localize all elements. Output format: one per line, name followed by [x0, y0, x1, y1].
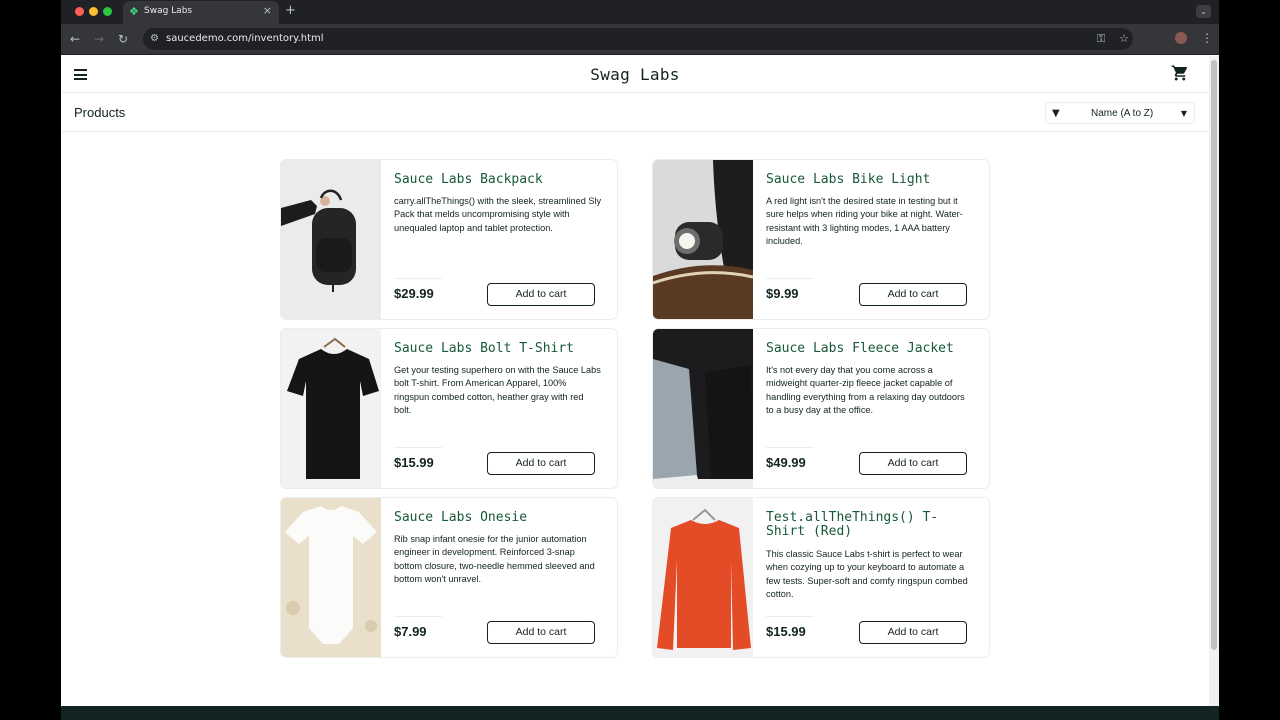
fleece-jacket-image[interactable]	[653, 329, 753, 489]
close-tab-icon[interactable]: ×	[263, 4, 272, 18]
inventory-item: Sauce Labs Bolt T-Shirt Get your testing…	[280, 328, 618, 489]
password-key-icon[interactable]: ⚿	[1097, 32, 1105, 46]
red-tshirt-image[interactable]	[653, 498, 753, 658]
item-description: It's not every day that you come across …	[766, 365, 965, 416]
add-to-cart-button[interactable]: Add to cart	[487, 283, 595, 306]
sort-dropdown[interactable]: ▼ Name (A to Z) ▼	[1045, 102, 1195, 124]
reload-icon[interactable]: ↻	[118, 31, 128, 47]
inventory-item: Sauce Labs Backpack carry.allTheThings()…	[280, 159, 618, 320]
add-to-cart-button[interactable]: Add to cart	[859, 452, 967, 475]
address-bar[interactable]: ⚙ saucedemo.com/inventory.html ⚿ ☆	[143, 28, 1133, 50]
scrollbar-thumb[interactable]	[1211, 60, 1217, 650]
onesie-image[interactable]	[281, 498, 381, 658]
browser-window: ❖ Swag Labs × + ⌄ ← → ↻ ⚙ saucedemo.com/…	[61, 0, 1219, 720]
item-description: Get your testing superhero on with the S…	[394, 365, 601, 416]
item-name-link[interactable]: Test.allTheThings() T-Shirt (Red)	[766, 511, 976, 539]
item-name-link[interactable]: Sauce Labs Fleece Jacket	[766, 342, 976, 356]
bike-light-image[interactable]	[653, 160, 753, 320]
tab-strip: ❖ Swag Labs × + ⌄	[61, 0, 1219, 24]
browser-toolbar: ← → ↻ ⚙ saucedemo.com/inventory.html ⚿ ☆…	[61, 24, 1219, 55]
forward-arrow-icon[interactable]: →	[94, 31, 104, 47]
zoom-window-button[interactable]	[103, 7, 112, 16]
sort-selected-value: Name (A to Z)	[1091, 108, 1154, 119]
tab-title: Swag Labs	[144, 6, 193, 16]
item-description: carry.allTheThings() with the sleek, str…	[394, 196, 602, 233]
inventory-item: Test.allTheThings() T-Shirt (Red) This c…	[652, 497, 990, 658]
bolt-tshirt-image[interactable]	[281, 329, 381, 489]
item-description: A red light isn't the desired state in t…	[766, 196, 963, 247]
back-arrow-icon[interactable]: ←	[70, 31, 80, 47]
backpack-image[interactable]	[281, 160, 381, 320]
price-divider	[394, 447, 442, 448]
shopping-cart-icon[interactable]	[1171, 64, 1189, 82]
footer-edge	[61, 706, 1219, 720]
tab-search-chevron-icon[interactable]: ⌄	[1196, 5, 1211, 18]
app-logo: Swag Labs	[590, 65, 680, 84]
item-price: $9.99	[766, 286, 799, 301]
price-divider	[766, 616, 814, 617]
item-price: $15.99	[766, 624, 806, 639]
browser-menu-icon[interactable]: ⋮	[1201, 31, 1213, 45]
add-to-cart-button[interactable]: Add to cart	[487, 621, 595, 644]
site-info-icon[interactable]: ⚙	[150, 32, 159, 46]
price-divider	[394, 616, 442, 617]
funnel-icon: ▼	[1052, 108, 1060, 119]
swag-labs-favicon-icon: ❖	[129, 5, 139, 18]
price-divider	[766, 447, 814, 448]
profile-avatar[interactable]	[1175, 32, 1187, 44]
page-title: Products	[74, 105, 126, 120]
item-price: $49.99	[766, 455, 806, 470]
secondary-header: Products ▼ Name (A to Z) ▼	[61, 94, 1209, 132]
inventory-item: Sauce Labs Onesie Rib snap infant onesie…	[280, 497, 618, 658]
item-price: $7.99	[394, 624, 427, 639]
dropdown-caret-icon: ▼	[1180, 109, 1187, 118]
app-header: Swag Labs	[61, 56, 1209, 93]
item-name-link[interactable]: Sauce Labs Onesie	[394, 511, 604, 525]
url-text[interactable]: saucedemo.com/inventory.html	[166, 33, 324, 44]
item-name-link[interactable]: Sauce Labs Backpack	[394, 173, 604, 187]
item-description: This classic Sauce Labs t-shirt is perfe…	[766, 549, 968, 600]
add-to-cart-button[interactable]: Add to cart	[859, 621, 967, 644]
new-tab-plus-icon[interactable]: +	[285, 3, 296, 19]
web-page: Swag Labs Products ▼ Name (A to Z) ▼ Sau…	[61, 56, 1209, 706]
add-to-cart-button[interactable]: Add to cart	[859, 283, 967, 306]
item-price: $15.99	[394, 455, 434, 470]
price-divider	[394, 278, 442, 279]
add-to-cart-button[interactable]: Add to cart	[487, 452, 595, 475]
item-description: Rib snap infant onesie for the junior au…	[394, 534, 595, 585]
page-scrollbar[interactable]	[1209, 56, 1219, 706]
item-price: $29.99	[394, 286, 434, 301]
inventory-item: Sauce Labs Fleece Jacket It's not every …	[652, 328, 990, 489]
close-window-button[interactable]	[75, 7, 84, 16]
inventory-item: Sauce Labs Bike Light A red light isn't …	[652, 159, 990, 320]
browser-tab[interactable]: ❖ Swag Labs ×	[123, 1, 279, 24]
minimize-window-button[interactable]	[89, 7, 98, 16]
item-name-link[interactable]: Sauce Labs Bolt T-Shirt	[394, 342, 604, 356]
price-divider	[766, 278, 814, 279]
item-name-link[interactable]: Sauce Labs Bike Light	[766, 173, 976, 187]
bookmark-star-icon[interactable]: ☆	[1119, 32, 1129, 46]
